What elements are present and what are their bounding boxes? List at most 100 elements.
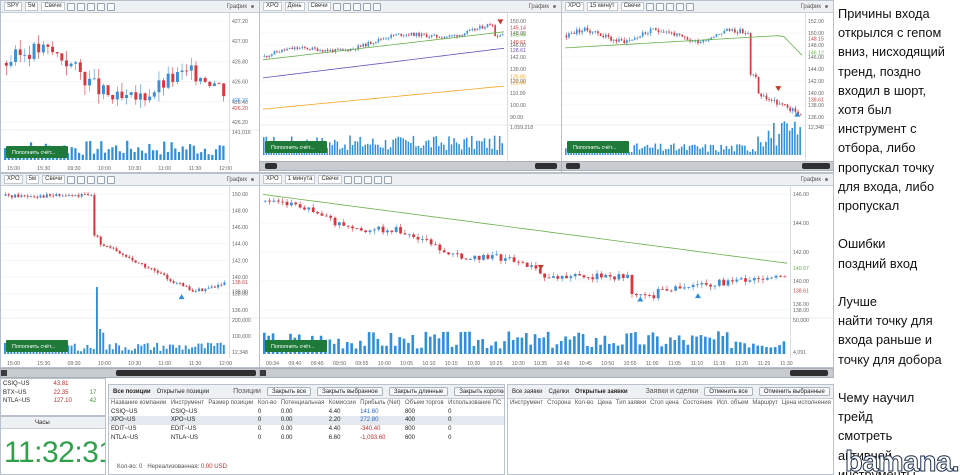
crosshair-icon[interactable] — [97, 175, 106, 184]
draw-line-icon[interactable] — [352, 2, 361, 11]
zoom-icon[interactable] — [342, 2, 351, 11]
zoom-icon[interactable] — [655, 2, 664, 11]
column-header[interactable]: Стоп цена — [648, 399, 681, 408]
crosshair-icon[interactable] — [362, 2, 371, 11]
chart-type-select[interactable]: Свечи — [318, 175, 342, 184]
position-row[interactable]: NTLA~US NTLA~US 0 0.00 6.60 -1,093.60 600 0 — [109, 433, 504, 442]
position-row[interactable]: EDIT~US EDIT~US 0 0.00 4.40 -340.40 800 0 — [109, 425, 504, 434]
settings-icon[interactable] — [645, 2, 654, 11]
column-header[interactable]: Использование ПС — [446, 399, 504, 408]
tab-open-orders[interactable]: Открытые заявки — [575, 389, 628, 395]
watchlist-row[interactable]: BTX~US 22.35 17 — [1, 389, 105, 398]
chart-scrollbar[interactable] — [0, 368, 260, 378]
settings-icon[interactable] — [66, 2, 75, 11]
menu-icon[interactable] — [825, 178, 828, 181]
column-header[interactable]: Кол-во — [256, 399, 279, 408]
chart-type-select[interactable]: Свечи — [41, 2, 65, 11]
watchlist-row[interactable]: NTLA~US 127.10 42 — [1, 397, 105, 406]
settings-icon[interactable] — [343, 175, 352, 184]
instrument-field[interactable]: XPO — [263, 2, 282, 11]
watchlist-row[interactable]: CSIQ~US 43.81 — [1, 380, 105, 389]
position-cell-vol: 600 — [404, 434, 415, 441]
timeframe-select[interactable]: 5м — [25, 2, 39, 11]
column-header[interactable]: Объем торгов — [403, 399, 446, 408]
column-header[interactable]: Кол-во — [573, 399, 596, 408]
column-header[interactable]: Состояние — [681, 399, 715, 408]
orders-toolbar: Все заявки Сделки Открытые заявки Заявки… — [508, 385, 833, 399]
chart-type-select[interactable]: Свечи — [307, 2, 331, 11]
price-tick-label: 150.00 — [232, 192, 248, 198]
draw-line-icon[interactable] — [86, 2, 95, 11]
note-line: трейд — [838, 409, 873, 425]
chart-scrollbar[interactable] — [259, 161, 562, 171]
tab-open-positions[interactable]: Открытые позиции — [157, 389, 210, 395]
zoom-icon[interactable] — [76, 2, 85, 11]
instrument-field[interactable]: XPO — [565, 2, 584, 11]
tab-all-positions[interactable]: Все позиции — [113, 389, 151, 395]
column-header[interactable]: Потенциальная — [279, 399, 327, 408]
zoom-icon[interactable] — [77, 175, 86, 184]
zoom-icon[interactable] — [353, 175, 362, 184]
chart-type-select[interactable]: Свечи — [620, 2, 644, 11]
close-selected-button[interactable]: Закрыть выбранное — [317, 387, 383, 396]
instrument-field[interactable]: SPY — [4, 2, 23, 11]
column-header[interactable]: Размер позиции — [206, 399, 256, 408]
menu-icon[interactable] — [825, 5, 828, 8]
draw-tool-icon[interactable] — [106, 2, 115, 11]
candle-body — [407, 234, 411, 236]
cancel-selected-button[interactable]: Отменить выбранные — [758, 387, 830, 396]
position-row[interactable]: XPO~US XPO~US 0 0.00 2.20 272.80 400 0 — [109, 416, 504, 425]
draw-line-icon[interactable] — [87, 175, 96, 184]
crosshair-icon[interactable] — [675, 2, 684, 11]
time-tick-label: 10:45 — [579, 361, 592, 367]
close-short-button[interactable]: Закрыть короткие — [454, 387, 504, 396]
timeframe-select[interactable]: 5м — [25, 175, 40, 184]
chart-scrollbar[interactable] — [259, 368, 834, 378]
menu-icon[interactable] — [553, 5, 556, 8]
column-header[interactable]: Маршрут — [750, 399, 780, 408]
timeframe-select[interactable]: День — [284, 2, 305, 11]
draw-line-icon[interactable] — [665, 2, 674, 11]
crosshair-icon[interactable] — [373, 175, 382, 184]
cancel-all-button[interactable]: Отменить все — [704, 387, 753, 396]
tab-all-orders[interactable]: Все заявки — [512, 389, 543, 395]
settings-icon[interactable] — [332, 2, 341, 11]
draw-tool-icon[interactable] — [685, 2, 694, 11]
volume-bar — [4, 148, 7, 160]
column-header[interactable]: Инструмент — [169, 399, 206, 408]
menu-icon[interactable] — [251, 178, 254, 181]
volume-bar — [394, 345, 397, 354]
chart-area[interactable]: 150.00148.00146.00144.00142.00140.00138.… — [1, 186, 259, 367]
settings-icon[interactable] — [67, 175, 76, 184]
column-header[interactable]: Комиссии — [327, 399, 358, 408]
crosshair-icon[interactable] — [96, 2, 105, 11]
timeframe-select[interactable]: 15 минут — [586, 2, 618, 11]
column-header[interactable]: Инструмент — [508, 399, 545, 408]
close-all-button[interactable]: Закрыть все — [266, 387, 312, 396]
column-header[interactable]: Цена исполнения — [780, 399, 833, 408]
chart-scrollbar[interactable] — [561, 161, 834, 171]
tab-trades[interactable]: Сделки — [549, 389, 569, 395]
chart-area[interactable]: 427.20427.00426.80426.60426.40426.20426.… — [1, 13, 259, 172]
chart-area[interactable]: 152.00150.00148.00146.00144.00142.00140.… — [562, 13, 833, 172]
chart-area[interactable]: 150.00148.00146.00142.00130.00120.00110.… — [260, 13, 561, 172]
instrument-field[interactable]: XPO — [4, 175, 23, 184]
column-header[interactable]: Тип заявки — [614, 399, 648, 408]
close-long-button[interactable]: Закрыть длинные — [388, 387, 449, 396]
column-header[interactable]: Название компании — [109, 399, 169, 408]
timeframe-select[interactable]: 1 минута — [284, 175, 316, 184]
chart-area[interactable]: 146.00 144.00 142.00 140.00 138.00 140.67 138.… — [260, 186, 833, 367]
chart-type-select[interactable]: Свечи — [42, 175, 66, 184]
column-header[interactable]: Сторона — [545, 399, 573, 408]
draw-tool-icon[interactable] — [372, 2, 381, 11]
column-header[interactable]: Цена — [595, 399, 613, 408]
draw-tool-icon[interactable] — [383, 175, 392, 184]
menu-icon[interactable] — [251, 5, 254, 8]
column-header[interactable]: Исп. объем — [715, 399, 751, 408]
position-row[interactable]: CSIQ~US CSIQ~US 0 0.00 4.40 141.60 800 0 — [109, 408, 504, 417]
draw-tool-icon[interactable] — [107, 175, 116, 184]
candle-body — [140, 263, 143, 264]
column-header[interactable]: Прибыль (Net) — [358, 399, 403, 408]
draw-line-icon[interactable] — [363, 175, 372, 184]
instrument-field[interactable]: XPO — [263, 175, 282, 184]
